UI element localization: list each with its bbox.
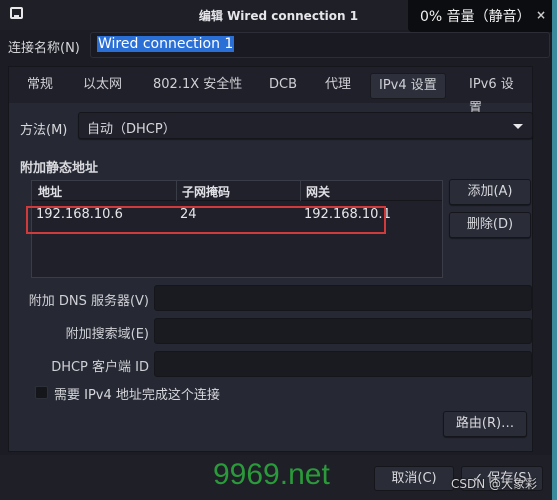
static-addresses-title: 附加静态地址: [20, 161, 99, 176]
method-value: 自动（DHCP）: [87, 122, 176, 137]
search-domains-label: 附加搜索域(E): [65, 327, 149, 342]
dhcp-client-id-label: DHCP 客户端 ID: [51, 360, 149, 375]
column-header-address[interactable]: 地址: [38, 183, 62, 200]
require-ipv4-label[interactable]: 需要 IPv4 地址完成这个连接: [54, 384, 220, 403]
column-divider: [300, 181, 301, 201]
watermark-csdn: CSDN @大象彩: [451, 477, 538, 491]
column-divider: [176, 181, 177, 201]
chevron-down-icon: [513, 124, 523, 129]
method-dropdown[interactable]: 自动（DHCP）: [78, 112, 533, 139]
routes-button[interactable]: 路由(R)…: [443, 411, 527, 437]
column-header-gateway[interactable]: 网关: [306, 183, 330, 200]
table-header: 地址 子网掩码 网关: [32, 181, 442, 201]
volume-osd: 0% 音量（静音）: [408, 0, 557, 32]
cancel-button[interactable]: 取消(C): [374, 466, 454, 491]
delete-address-button[interactable]: 删除(D): [449, 212, 531, 238]
dhcp-client-id-input[interactable]: [154, 351, 532, 377]
dns-servers-label: 附加 DNS 服务器(V): [28, 294, 149, 309]
method-label: 方法(M): [20, 123, 68, 138]
require-ipv4-checkbox[interactable]: [35, 386, 48, 399]
close-icon[interactable]: ×: [536, 8, 546, 22]
dns-servers-input[interactable]: [154, 285, 532, 311]
volume-text: 0% 音量（静音）: [420, 9, 531, 25]
tab-proxy[interactable]: 代理: [317, 73, 359, 99]
add-address-button[interactable]: 添加(A): [449, 179, 531, 205]
search-domains-input[interactable]: [154, 318, 532, 344]
tab-8021x-security[interactable]: 802.1X 安全性: [145, 73, 250, 99]
tab-ipv4-settings[interactable]: IPv4 设置: [370, 73, 446, 99]
cell-netmask[interactable]: 24: [180, 207, 197, 222]
address-table: 地址 子网掩码 网关 192.168.10.6 24 192.168.10.1: [31, 180, 443, 278]
settings-notebook: 常规 以太网 802.1X 安全性 DCB 代理 IPv4 设置 IPv6 设置…: [8, 66, 533, 452]
tab-bar: 常规 以太网 802.1X 安全性 DCB 代理 IPv4 设置 IPv6 设置: [9, 67, 532, 116]
table-row[interactable]: 192.168.10.6 24 192.168.10.1: [32, 203, 442, 227]
cell-gateway[interactable]: 192.168.10.1: [304, 207, 391, 222]
desktop-background-edge: [552, 0, 557, 500]
connection-name-label: 连接名称(N): [8, 41, 80, 56]
cell-address[interactable]: 192.168.10.6: [36, 207, 123, 222]
watermark-site: 9969.net: [213, 458, 330, 491]
connection-name-input[interactable]: Wired connection 1: [90, 32, 550, 58]
column-header-netmask[interactable]: 子网掩码: [182, 183, 230, 200]
connection-name-value: Wired connection 1: [97, 36, 235, 52]
tab-ipv6-settings[interactable]: IPv6 设置: [461, 73, 532, 116]
tab-general[interactable]: 常规: [19, 73, 61, 99]
tab-dcb[interactable]: DCB: [261, 73, 305, 99]
tab-ethernet[interactable]: 以太网: [75, 73, 130, 99]
